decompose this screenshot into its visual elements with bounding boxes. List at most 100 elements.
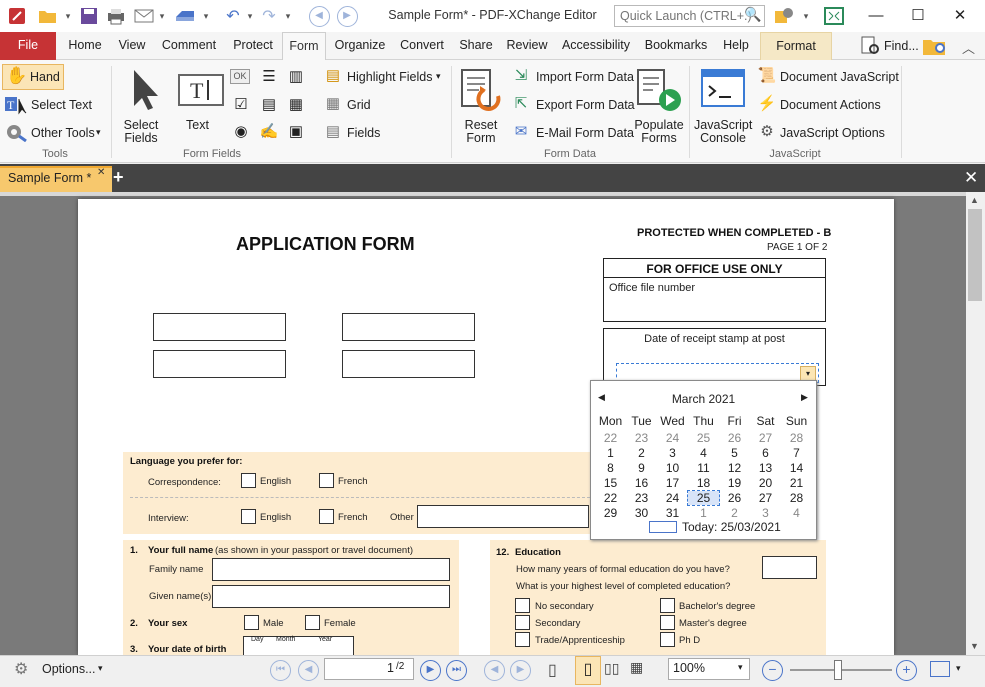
chevron-down-icon[interactable]: ▾ [800, 6, 812, 26]
fields-button[interactable]: Fields [347, 126, 380, 140]
chevron-down-icon[interactable]: ▾ [956, 663, 961, 674]
calendar-day[interactable]: 4 [688, 446, 719, 460]
no-secondary-checkbox[interactable] [515, 598, 530, 613]
reset-form-line1[interactable]: Reset [460, 118, 502, 132]
scroll-up-icon[interactable]: ▲ [970, 195, 979, 205]
combobox-field-icon[interactable]: ▤ [258, 95, 280, 115]
calendar-day[interactable]: 12 [719, 461, 750, 475]
select-text-button[interactable]: Select Text [31, 98, 92, 112]
calendar-day[interactable]: 29 [595, 506, 626, 520]
calendar-day[interactable]: 24 [657, 491, 688, 505]
calendar-day[interactable]: 1 [688, 506, 719, 520]
form-text-field[interactable] [342, 313, 475, 341]
import-form-data-button[interactable]: Import Form Data [536, 70, 634, 84]
zoom-slider-thumb[interactable] [834, 660, 842, 680]
calendar-day[interactable]: 14 [781, 461, 812, 475]
chevron-down-icon[interactable]: ▾ [98, 663, 103, 674]
chevron-down-icon[interactable]: ▾ [738, 662, 743, 673]
calendar-day[interactable]: 10 [657, 461, 688, 475]
calendar-day-selected[interactable]: 25 [687, 490, 720, 506]
calendar-day[interactable]: 20 [750, 476, 781, 490]
interview-french-checkbox[interactable] [319, 509, 334, 524]
calendar-day[interactable]: 22 [595, 491, 626, 505]
signature-field-icon[interactable]: ✍ [258, 122, 280, 142]
calendar-day[interactable]: 8 [595, 461, 626, 475]
next-month-icon[interactable]: ▶ [801, 392, 808, 403]
calendar-day[interactable]: 17 [657, 476, 688, 490]
close-document-icon[interactable]: ✕ [964, 168, 978, 188]
tab-form[interactable]: Form [282, 32, 326, 60]
maximize-button[interactable]: ☐ [898, 4, 938, 28]
text-field-button[interactable]: Text [186, 118, 209, 132]
calendar-day[interactable]: 15 [595, 476, 626, 490]
calendar-day[interactable]: 24 [657, 431, 688, 445]
tab-home[interactable]: Home [62, 32, 108, 60]
calendar-day[interactable]: 23 [626, 491, 657, 505]
calendar-day[interactable]: 2 [719, 506, 750, 520]
calendar-day[interactable]: 27 [750, 431, 781, 445]
other-tools-button[interactable]: Other Tools [31, 126, 95, 140]
javascript-options-button[interactable]: JavaScript Options [780, 126, 885, 140]
calendar-day[interactable]: 25 [688, 431, 719, 445]
calendar-day[interactable]: 21 [781, 476, 812, 490]
barcode-field-icon[interactable]: ▥ [285, 67, 307, 87]
listbox-field-icon[interactable]: ☰ [258, 67, 280, 87]
radio-field-icon[interactable]: ◉ [230, 122, 252, 142]
tab-file[interactable]: File [0, 32, 56, 60]
calendar-day[interactable]: 27 [750, 491, 781, 505]
tab-review[interactable]: Review [502, 32, 552, 60]
calendar-day[interactable]: 19 [719, 476, 750, 490]
secondary-checkbox[interactable] [515, 615, 530, 630]
continuous-facing-icon[interactable]: ▦ [630, 659, 643, 676]
tab-comment[interactable]: Comment [156, 32, 222, 60]
highlight-fields-button[interactable]: Highlight Fields [347, 70, 432, 84]
image-field-icon[interactable]: ▣ [285, 122, 307, 142]
tab-share[interactable]: Share [454, 32, 498, 60]
find-button[interactable]: Find... [884, 39, 919, 53]
calendar-day[interactable]: 3 [750, 506, 781, 520]
family-name-input[interactable] [212, 558, 450, 581]
phd-checkbox[interactable] [660, 632, 675, 647]
male-checkbox[interactable] [244, 615, 259, 630]
close-tab-icon[interactable]: ✕ [97, 167, 105, 178]
reset-form-line2[interactable]: Form [460, 131, 502, 145]
calendar-day[interactable]: 16 [626, 476, 657, 490]
calendar-day[interactable]: 11 [688, 461, 719, 475]
options-button[interactable]: Options... [42, 662, 96, 676]
single-page-icon[interactable]: ▯ [548, 660, 557, 680]
calendar-day[interactable]: 18 [688, 476, 719, 490]
facing-pages-icon[interactable]: ▯▯ [604, 660, 619, 677]
populate-forms-line1[interactable]: Populate [632, 118, 686, 132]
next-page-icon[interactable]: ▶ [420, 660, 441, 681]
female-checkbox[interactable] [305, 615, 320, 630]
calendar-day[interactable]: 26 [719, 431, 750, 445]
years-of-education-input[interactable] [762, 556, 817, 579]
export-form-data-button[interactable]: Export Form Data [536, 98, 635, 112]
gear-icon[interactable] [772, 6, 796, 26]
date-dropdown-button[interactable]: ▾ [800, 366, 816, 381]
minimize-button[interactable]: — [856, 4, 896, 28]
form-text-field[interactable] [342, 350, 475, 378]
calendar-day[interactable]: 9 [626, 461, 657, 475]
document-actions-button[interactable]: Document Actions [780, 98, 881, 112]
collapse-ribbon-icon[interactable]: ︿ [962, 38, 975, 57]
tab-help[interactable]: Help [716, 32, 756, 60]
javascript-console-line1[interactable]: JavaScript [694, 118, 752, 132]
given-names-input[interactable] [212, 585, 450, 608]
calendar-day[interactable]: 13 [750, 461, 781, 475]
scrollbar-thumb[interactable] [968, 209, 982, 301]
masters-checkbox[interactable] [660, 615, 675, 630]
form-text-field[interactable] [153, 313, 286, 341]
interview-english-checkbox[interactable] [241, 509, 256, 524]
document-javascript-button[interactable]: Document JavaScript [780, 70, 899, 84]
calendar-day[interactable]: 26 [719, 491, 750, 505]
tab-accessibility[interactable]: Accessibility [556, 32, 636, 60]
calendar-day[interactable]: 28 [781, 431, 812, 445]
calendar-day[interactable]: 2 [626, 446, 657, 460]
fit-page-icon[interactable] [930, 661, 950, 677]
calendar-day[interactable]: 3 [657, 446, 688, 460]
chevron-down-icon[interactable]: ▾ [96, 127, 101, 138]
grid-button[interactable]: Grid [347, 98, 371, 112]
calendar-day[interactable]: 6 [750, 446, 781, 460]
first-page-icon[interactable]: ⏮ [270, 660, 291, 681]
